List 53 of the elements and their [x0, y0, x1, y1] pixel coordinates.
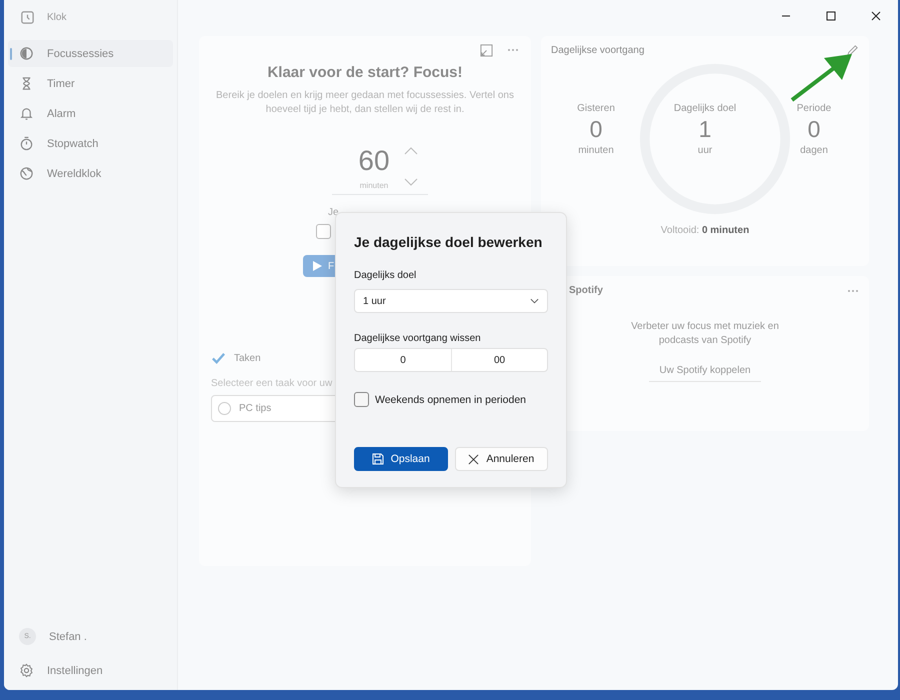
focus-title: Klaar voor de start? Focus!	[266, 64, 464, 81]
stat-value: 1	[698, 116, 712, 143]
stat-value: 0	[590, 116, 602, 143]
play-icon	[312, 261, 322, 271]
cancel-button[interactable]: Annuleren	[454, 447, 548, 471]
focus-icon	[19, 46, 34, 61]
globe-icon	[19, 166, 34, 181]
nav-item[interactable]: Focussessies	[8, 40, 173, 67]
stat-label: Periode	[796, 103, 832, 114]
stat-unit: uur	[698, 145, 712, 156]
tasks-title: Taken	[234, 353, 261, 364]
close-icon	[870, 11, 880, 21]
spotify-title: Spotify	[569, 285, 603, 296]
weekends-checkbox[interactable]	[354, 392, 369, 407]
settings-item[interactable]: Instellingen	[8, 657, 173, 684]
option-label: Je	[327, 207, 339, 218]
stat-label: Gisteren	[577, 103, 615, 114]
settings-icon	[19, 663, 34, 678]
pencil-icon[interactable]	[846, 44, 859, 57]
spotify-text: Verbeter uw focus met muziek en podcasts van Spotify	[630, 320, 780, 348]
completed-text: Voltooid: 0 minuten	[660, 225, 750, 236]
stat-value: 0	[808, 116, 820, 143]
close-icon	[468, 454, 480, 464]
save-button[interactable]: Opslaan	[354, 447, 448, 471]
stat-label: Dagelijks doel	[674, 103, 736, 114]
clock-icon	[20, 10, 35, 25]
chevron-down-icon	[530, 298, 539, 304]
checkmark-icon	[211, 351, 226, 366]
chevron-down-icon[interactable]	[404, 178, 418, 186]
progress-title: Dagelijkse voortgang	[551, 45, 644, 56]
app-title: Klok	[47, 12, 66, 23]
focus-description: Bereik je doelen en krijg meer gedaan met focussessies. Vertel ons hoeveel tijd je hebt, dan stellen wij de rest in.	[215, 89, 515, 117]
checkbox[interactable]	[316, 224, 331, 239]
dialog-title: Je dagelijkse doel bewerken	[354, 234, 544, 250]
task-radio[interactable]	[218, 402, 231, 415]
goal-label: Dagelijks doel	[354, 270, 418, 281]
minutes-spinner[interactable]: 60 minuten	[332, 139, 428, 195]
stat-unit: minuten	[578, 145, 614, 156]
nav-item[interactable]: Alarm	[8, 100, 173, 127]
clear-progress-label: Dagelijkse voortgang wissen	[354, 333, 482, 344]
compact-view-icon[interactable]	[480, 44, 493, 56]
save-icon	[372, 453, 384, 465]
annotation-arrow	[790, 52, 854, 104]
tasks-hint: Selecteer een taak voor uw	[211, 378, 334, 389]
nav-item[interactable]: Wereldklok	[8, 160, 173, 187]
nav-item[interactable]: Timer	[8, 70, 173, 97]
maximize-icon	[826, 11, 836, 21]
goal-dropdown[interactable]: 1 uur	[354, 289, 548, 313]
stopwatch-icon	[19, 136, 34, 151]
bell-icon	[19, 106, 34, 121]
stat-unit: dagen	[800, 145, 828, 156]
nav-item[interactable]: Stopwatch	[8, 130, 173, 157]
chevron-up-icon[interactable]	[404, 147, 418, 155]
